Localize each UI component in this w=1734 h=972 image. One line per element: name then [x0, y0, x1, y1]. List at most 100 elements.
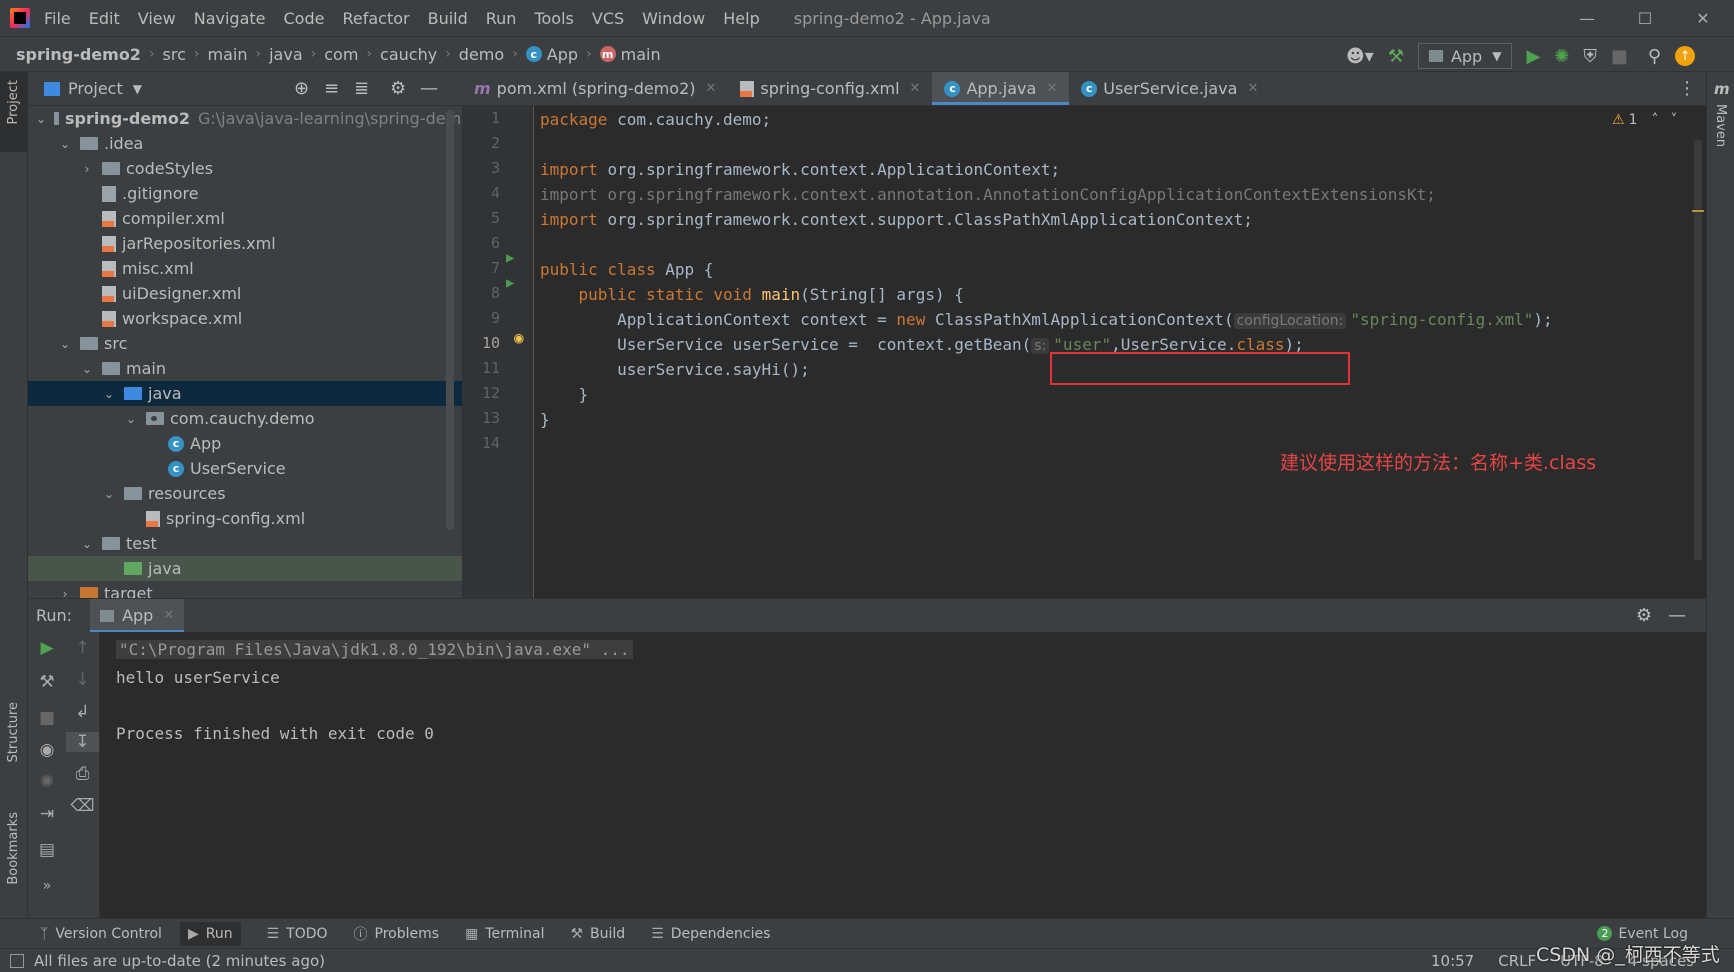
gear-icon[interactable]: ⚙: [390, 78, 406, 99]
menu-help[interactable]: Help: [723, 9, 759, 28]
bookmarks-tool-button[interactable]: Bookmarks: [6, 812, 21, 885]
maximize-icon[interactable]: ☐: [1620, 0, 1670, 36]
close-window-icon[interactable]: ✕: [1678, 0, 1728, 36]
debug-icon[interactable]: ✺: [1554, 46, 1569, 67]
tree-item-root[interactable]: ⌄ spring-demo2 G:\java\java-learning\spr…: [28, 106, 462, 131]
breadcrumb-java[interactable]: java: [269, 45, 303, 64]
editor-scrollbar[interactable]: [1694, 140, 1702, 560]
tab-problems[interactable]: ⓘ Problems: [354, 924, 440, 944]
tab-spring-config-xml[interactable]: spring-config.xml ✕: [728, 72, 932, 105]
chevron-down-icon[interactable]: ⌄: [58, 337, 72, 351]
maven-tool-button[interactable]: Maven: [1713, 104, 1728, 147]
tab-version-control[interactable]: ᛉ Version Control: [40, 926, 162, 942]
tree-item-userservice[interactable]: c UserService: [28, 456, 462, 481]
structure-tool-button[interactable]: Structure: [6, 702, 21, 762]
chevron-up-icon[interactable]: ˄: [1651, 112, 1658, 128]
chevron-down-icon[interactable]: ⌄: [36, 112, 46, 126]
tab-userservice-java[interactable]: c UserService.java ✕: [1069, 72, 1270, 105]
debug-icon[interactable]: ✺: [28, 772, 66, 792]
locate-icon[interactable]: ⊕: [294, 78, 309, 99]
breadcrumb-main[interactable]: main: [208, 45, 248, 64]
tree-item-idea[interactable]: ⌄ .idea: [28, 131, 462, 156]
tree-item-app[interactable]: c App: [28, 431, 462, 456]
tree-item-java-main[interactable]: ⌄ java: [28, 381, 462, 406]
tree-scrollbar[interactable]: [446, 110, 454, 530]
close-icon[interactable]: ✕: [1046, 81, 1057, 96]
build-hammer-icon[interactable]: ⚒: [1388, 46, 1404, 67]
camera-icon[interactable]: ◉: [28, 740, 66, 760]
close-icon[interactable]: ✕: [1247, 81, 1258, 96]
tab-app-java[interactable]: c App.java ✕: [932, 72, 1070, 105]
menu-refactor[interactable]: Refactor: [342, 9, 409, 28]
tree-item-test[interactable]: ⌄ test: [28, 531, 462, 556]
tree-item-compiler-xml[interactable]: compiler.xml: [28, 206, 462, 231]
tree-item-uidesigner-xml[interactable]: uiDesigner.xml: [28, 281, 462, 306]
run-gutter-icon[interactable]: ▶: [506, 250, 514, 266]
wrench-icon[interactable]: ⚒: [28, 672, 66, 692]
chevron-down-icon[interactable]: ⌄: [102, 387, 116, 401]
update-icon[interactable]: ↑: [1675, 46, 1696, 66]
more-icon[interactable]: »: [28, 878, 66, 894]
user-icon[interactable]: ☻▾: [1346, 46, 1374, 67]
breadcrumb-project[interactable]: spring-demo2: [16, 45, 141, 64]
tree-item-spring-config-xml[interactable]: spring-config.xml: [28, 506, 462, 531]
breadcrumb-src[interactable]: src: [163, 45, 186, 64]
run-config-selector[interactable]: App ▼: [1417, 43, 1513, 69]
breadcrumb-app[interactable]: App: [547, 45, 578, 64]
coverage-icon[interactable]: ⛨: [1583, 46, 1597, 67]
tab-dependencies[interactable]: ☰ Dependencies: [651, 926, 770, 942]
menu-navigate[interactable]: Navigate: [194, 9, 266, 28]
warning-stripe-marker[interactable]: [1692, 210, 1704, 212]
project-panel-title[interactable]: Project: [68, 79, 123, 98]
tree-item-resources[interactable]: ⌄ resources: [28, 481, 462, 506]
close-icon[interactable]: ✕: [706, 81, 717, 96]
breadcrumb-cauchy[interactable]: cauchy: [380, 45, 437, 64]
tree-item-target[interactable]: › target: [28, 581, 462, 598]
chevron-down-icon[interactable]: ⌄: [102, 487, 116, 501]
chevron-down-icon[interactable]: ˅: [1670, 112, 1677, 128]
breadcrumb-method-main[interactable]: main: [621, 45, 661, 64]
tree-item-java-test[interactable]: java: [28, 556, 462, 581]
tree-item-main[interactable]: ⌄ main: [28, 356, 462, 381]
caret-position[interactable]: 10:57: [1431, 952, 1474, 970]
print-icon[interactable]: ⎙: [66, 764, 99, 784]
chevron-right-icon[interactable]: ›: [80, 162, 94, 176]
hide-panel-icon[interactable]: —: [420, 78, 438, 99]
menu-file[interactable]: File: [44, 9, 71, 28]
arrow-up-icon[interactable]: ↑: [66, 638, 99, 658]
stop-icon[interactable]: ■: [28, 708, 66, 728]
arrow-down-icon[interactable]: ↓: [66, 670, 99, 690]
menu-code[interactable]: Code: [284, 9, 325, 28]
run-tab-app[interactable]: App ✕: [90, 598, 185, 633]
inspection-widget[interactable]: ⚠ 1 ˄ ˅: [1612, 112, 1677, 128]
tab-terminal[interactable]: ▦ Terminal: [465, 926, 544, 942]
close-icon[interactable]: ✕: [910, 81, 921, 96]
breadcrumb-demo[interactable]: demo: [459, 45, 504, 64]
menu-view[interactable]: View: [138, 9, 176, 28]
tree-item-codestyles[interactable]: › codeStyles: [28, 156, 462, 181]
menu-edit[interactable]: Edit: [89, 9, 120, 28]
menu-run[interactable]: Run: [486, 9, 517, 28]
tree-item-jarrepositories-xml[interactable]: jarRepositories.xml: [28, 231, 462, 256]
breadcrumb-com[interactable]: com: [324, 45, 358, 64]
layout-icon[interactable]: ▤: [28, 840, 66, 860]
run-icon[interactable]: ▶: [1526, 46, 1540, 67]
tree-item-gitignore[interactable]: .gitignore: [28, 181, 462, 206]
scroll-to-end-icon[interactable]: ↧: [66, 732, 99, 752]
chevron-down-icon[interactable]: ⌄: [124, 412, 138, 426]
rerun-icon[interactable]: ▶: [28, 638, 66, 658]
tab-pom-xml[interactable]: m pom.xml (spring-demo2) ✕: [462, 72, 728, 105]
menu-window[interactable]: Window: [642, 9, 705, 28]
tree-item-workspace-xml[interactable]: workspace.xml: [28, 306, 462, 331]
chevron-down-icon[interactable]: ⌄: [80, 537, 94, 551]
stop-icon[interactable]: ■: [1611, 46, 1628, 67]
lightbulb-icon[interactable]: ◉: [514, 328, 524, 347]
line-separator[interactable]: CRLF: [1498, 952, 1536, 970]
chevron-down-icon[interactable]: ▼: [133, 82, 142, 96]
chevron-right-icon[interactable]: ›: [58, 587, 72, 599]
close-icon[interactable]: ✕: [163, 608, 174, 623]
chevron-down-icon[interactable]: ⌄: [80, 362, 94, 376]
soft-wrap-icon[interactable]: ↲: [66, 702, 99, 722]
project-tool-button[interactable]: Project: [6, 80, 21, 124]
tab-todo[interactable]: ☰ TODO: [267, 926, 328, 942]
